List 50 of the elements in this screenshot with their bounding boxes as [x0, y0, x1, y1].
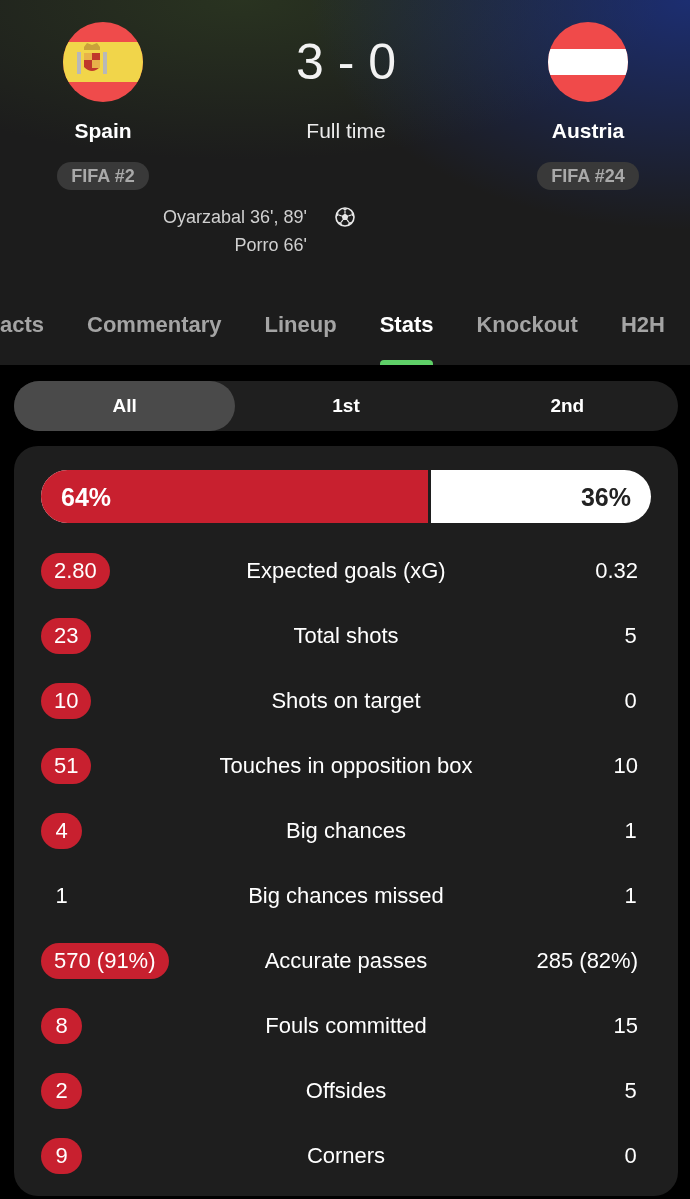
stat-label: Corners	[306, 1141, 386, 1170]
tab[interactable]: Lineup	[264, 311, 337, 365]
stat-value: 4	[41, 812, 82, 849]
stat-value: 1	[623, 816, 638, 845]
stat-value: 0	[623, 686, 638, 715]
goal-scorer: Porro 66'	[233, 234, 307, 257]
stat-value: 10	[41, 682, 92, 719]
stat-value: 8	[41, 1007, 82, 1044]
stat-value: 10	[612, 751, 639, 780]
team-name: Spain	[74, 119, 132, 143]
stat-label: Offsides	[305, 1076, 387, 1105]
stat-value: 9	[41, 1137, 82, 1174]
away-possession-value: 36%	[580, 481, 632, 512]
tab[interactable]: Knockout	[476, 311, 578, 365]
tab[interactable]: acts	[0, 311, 45, 365]
period-tab[interactable]: 1st	[235, 381, 457, 431]
stat-label: Total shots	[293, 621, 399, 650]
goal-scorer: Oyarzabal 36', 89'	[162, 206, 307, 229]
home-possession-value: 64%	[61, 481, 112, 512]
period-tab[interactable]: 2nd	[456, 381, 678, 431]
stat-value: 15	[612, 1011, 639, 1040]
fifa-rank-badge: FIFA #2	[57, 162, 149, 190]
period-tab[interactable]: All	[14, 381, 236, 431]
tab[interactable]: Commentary	[87, 311, 222, 365]
stat-value: 23	[41, 617, 92, 654]
team-name: Austria	[551, 119, 625, 143]
stat-value: 0.32	[594, 556, 639, 585]
stat-label: Big chances	[286, 816, 406, 845]
stat-value: 0	[623, 1141, 638, 1170]
stat-label: Expected goals (xG)	[246, 556, 446, 585]
match-status: Full time	[306, 119, 386, 143]
stat-label: Shots on target	[271, 686, 421, 715]
tab[interactable]: Stats	[379, 311, 434, 365]
stat-value: 1	[54, 881, 69, 910]
stat-value: 2.80	[41, 552, 110, 589]
stat-value: 5	[623, 1076, 638, 1105]
football-icon	[335, 207, 355, 227]
stat-value: 51	[41, 747, 92, 784]
tab[interactable]: H2H	[620, 311, 665, 365]
stat-label: Fouls committed	[265, 1011, 427, 1040]
stat-value: 570 (91%)	[41, 942, 169, 979]
stat-value: 2	[41, 1072, 82, 1109]
stat-label: Big chances missed	[248, 881, 444, 910]
stat-value: 1	[623, 881, 638, 910]
stat-label: Touches in opposition box	[219, 751, 473, 780]
stat-label: Accurate passes	[264, 946, 428, 975]
stat-value: 285 (82%)	[535, 946, 639, 975]
fifa-rank-badge: FIFA #24	[537, 162, 639, 190]
match-score: 3 - 0	[295, 33, 397, 92]
stat-value: 5	[623, 621, 638, 650]
